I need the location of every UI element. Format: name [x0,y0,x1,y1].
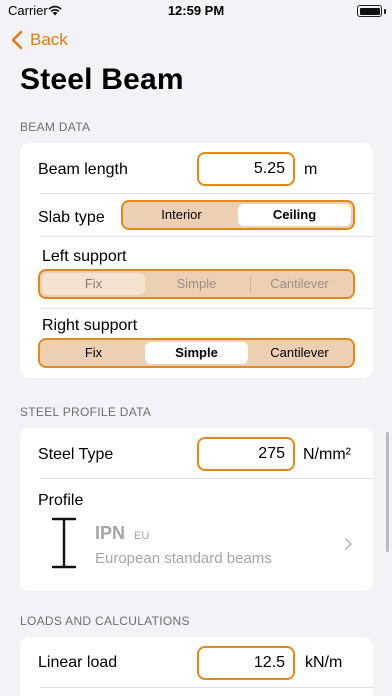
linear-load-input[interactable]: 12.5 [197,646,295,680]
beam-length-input[interactable]: 5.25 [197,152,295,186]
beam-length-unit: m [304,161,318,178]
steel-type-input[interactable]: 275 [197,437,295,471]
steel-type-label: Steel Type [38,446,114,463]
left-support-label: Left support [42,248,127,265]
left-support-option-cantilever[interactable]: Cantilever [248,273,351,295]
right-support-option-cantilever[interactable]: Cantilever [248,342,351,364]
profile-region: EU [134,530,150,542]
scrollbar[interactable] [386,432,389,552]
beam-length-label: Beam length [38,161,128,178]
left-support-option-fix[interactable]: Fix [42,273,145,295]
slab-type-option-ceiling[interactable]: Ceiling [238,204,351,226]
linear-load-unit: kN/m [305,654,343,671]
steel-profile-card: Steel Type 275 N/mm² Profile IPN EU Euro… [20,428,373,591]
clock: 12:59 PM [167,3,225,18]
row-divider [40,236,373,237]
profile-label: Profile [38,492,84,509]
profile-description: European standard beams [95,550,272,567]
i-beam-icon [52,517,76,569]
section-header-steel-profile: STEEL PROFILE DATA [20,405,152,419]
chevron-left-icon [11,30,23,50]
left-support-option-simple[interactable]: Simple [145,273,248,295]
chevron-right-icon [345,538,352,550]
slab-type-option-interior[interactable]: Interior [125,204,238,226]
slab-type-label: Slab type [38,209,105,226]
back-label: Back [30,30,68,49]
right-support-label: Right support [42,317,138,334]
status-bar: Carrier 12:59 PM [0,0,392,22]
row-divider [40,308,373,309]
right-support-option-simple[interactable]: Simple [145,342,248,364]
row-divider [40,687,373,688]
right-support-option-fix[interactable]: Fix [42,342,145,364]
right-support-segmented-control: Fix Simple Cantilever [38,338,355,368]
section-header-loads: LOADS AND CALCULATIONS [20,614,190,628]
left-support-segmented-control: Fix Simple Cantilever [38,269,355,299]
slab-type-segmented-control: Interior Ceiling [121,200,355,230]
row-divider [40,193,373,194]
battery-icon [357,5,382,17]
page-title: Steel Beam [20,63,184,96]
battery-cap [384,9,386,14]
beam-data-card: Beam length 5.25 m Slab type Interior Ce… [20,143,373,378]
linear-load-label: Linear load [38,654,118,671]
loads-card: Linear load 12.5 kN/m [20,637,373,696]
segment-separator [250,276,251,294]
section-header-beam-data: BEAM DATA [20,120,91,134]
steel-type-unit: N/mm² [303,446,351,463]
profile-code: IPN [95,523,126,543]
back-button[interactable]: Back [10,28,68,52]
